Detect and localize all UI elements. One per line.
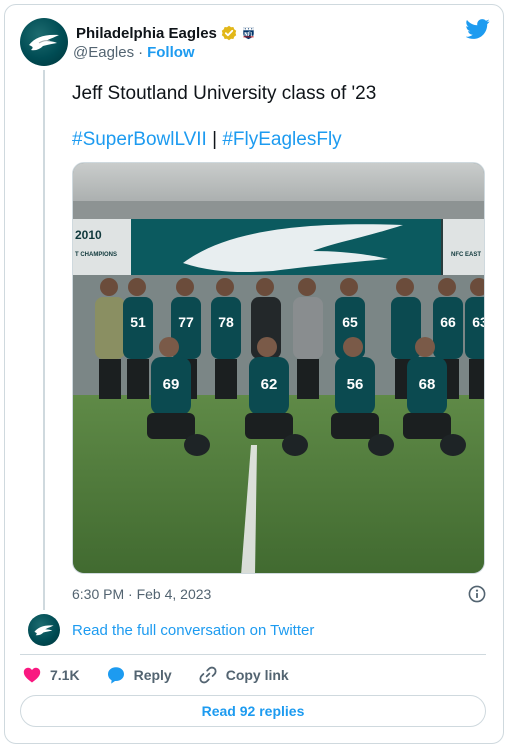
helmet bbox=[184, 434, 210, 456]
player-legs bbox=[403, 413, 451, 439]
tweet-photo[interactable]: 2010 T CHAMPIONS NFC EAST 51 77 78 65 66 63 69… bbox=[72, 162, 485, 574]
tweet-text: Jeff Stoutland University class of '23 bbox=[72, 83, 377, 104]
like-count: 7.1K bbox=[50, 667, 80, 683]
player-head bbox=[128, 278, 146, 296]
player-legs bbox=[127, 359, 149, 399]
player-jersey bbox=[95, 297, 125, 359]
player-head bbox=[340, 278, 358, 296]
jersey-number: 78 bbox=[218, 314, 234, 330]
player-legs bbox=[245, 413, 293, 439]
twitter-bird-icon[interactable] bbox=[466, 19, 490, 39]
read-conversation-link[interactable]: Read the full conversation on Twitter bbox=[72, 622, 314, 639]
hashtag-superbowl[interactable]: #SuperBowlLVII bbox=[72, 129, 207, 150]
player-head bbox=[396, 278, 414, 296]
player-legs bbox=[215, 359, 237, 399]
thread-line bbox=[43, 70, 45, 610]
player-legs bbox=[99, 359, 121, 399]
banner-left-text: T CHAMPIONS bbox=[75, 252, 117, 258]
player-legs bbox=[469, 359, 484, 399]
player-head bbox=[100, 278, 118, 296]
link-icon bbox=[199, 666, 217, 684]
eagle-logo-icon bbox=[34, 625, 54, 636]
info-icon[interactable] bbox=[468, 585, 486, 603]
reply-button[interactable]: Reply bbox=[106, 665, 172, 685]
jersey-number: 62 bbox=[261, 376, 278, 393]
jersey-number: 66 bbox=[440, 314, 456, 330]
banner-left-year: 2010 bbox=[75, 228, 102, 242]
player-legs bbox=[297, 359, 319, 399]
copy-link-button[interactable]: Copy link bbox=[198, 665, 289, 685]
player-head bbox=[159, 337, 179, 357]
jersey-number: 65 bbox=[342, 314, 358, 330]
author-name-line: Philadelphia Eagles bbox=[76, 24, 255, 42]
jersey-number: 51 bbox=[130, 314, 146, 330]
verified-badge-icon bbox=[221, 25, 237, 41]
jersey-number: 68 bbox=[419, 376, 436, 393]
player-head bbox=[343, 337, 363, 357]
player-head bbox=[176, 278, 194, 296]
hashtag-flyeaglesfly[interactable]: #FlyEaglesFly bbox=[222, 129, 341, 150]
action-bar: 7.1K Reply Copy link bbox=[22, 664, 315, 686]
player-head bbox=[415, 337, 435, 357]
read-replies-button[interactable]: Read 92 replies bbox=[20, 695, 486, 727]
author-handle[interactable]: @Eagles bbox=[73, 44, 134, 61]
hashtag-separator: | bbox=[206, 129, 223, 150]
reply-label: Reply bbox=[133, 667, 172, 683]
player-head bbox=[298, 278, 316, 296]
author-handle-line: @Eagles · Follow bbox=[73, 44, 195, 61]
player-head bbox=[256, 278, 274, 296]
jersey-number: 77 bbox=[178, 314, 194, 330]
conversation-avatar[interactable] bbox=[28, 614, 60, 646]
player-head bbox=[216, 278, 234, 296]
player-jersey bbox=[293, 297, 323, 359]
team-photo-illustration: 2010 T CHAMPIONS NFC EAST 51 77 78 65 66 63 69… bbox=[73, 163, 485, 573]
divider bbox=[20, 654, 486, 655]
follow-link[interactable]: Follow bbox=[147, 44, 195, 61]
eagle-logo-icon bbox=[29, 34, 59, 51]
heart-icon bbox=[23, 667, 41, 683]
helmet bbox=[440, 434, 466, 456]
tweet-timestamp[interactable]: 6:30 PM · Feb 4, 2023 bbox=[72, 586, 211, 602]
author-avatar[interactable] bbox=[20, 18, 68, 66]
like-button[interactable]: 7.1K bbox=[22, 665, 80, 685]
player-head bbox=[438, 278, 456, 296]
banner-right-text: NFC EAST bbox=[451, 252, 481, 258]
player-legs bbox=[331, 413, 379, 439]
copy-link-label: Copy link bbox=[225, 667, 289, 683]
jersey-number: 63 bbox=[472, 314, 485, 330]
author-display-name[interactable]: Philadelphia Eagles bbox=[76, 25, 217, 42]
player-legs bbox=[147, 413, 195, 439]
jersey-number: 56 bbox=[347, 376, 364, 393]
helmet bbox=[282, 434, 308, 456]
reply-bubble-icon bbox=[107, 667, 124, 684]
helmet bbox=[368, 434, 394, 456]
player-head bbox=[257, 337, 277, 357]
hashtag-line: #SuperBowlLVII | #FlyEaglesFly bbox=[72, 128, 342, 152]
nfl-shield-icon bbox=[242, 26, 255, 40]
handle-separator: · bbox=[138, 44, 144, 61]
jersey-number: 69 bbox=[163, 376, 180, 393]
